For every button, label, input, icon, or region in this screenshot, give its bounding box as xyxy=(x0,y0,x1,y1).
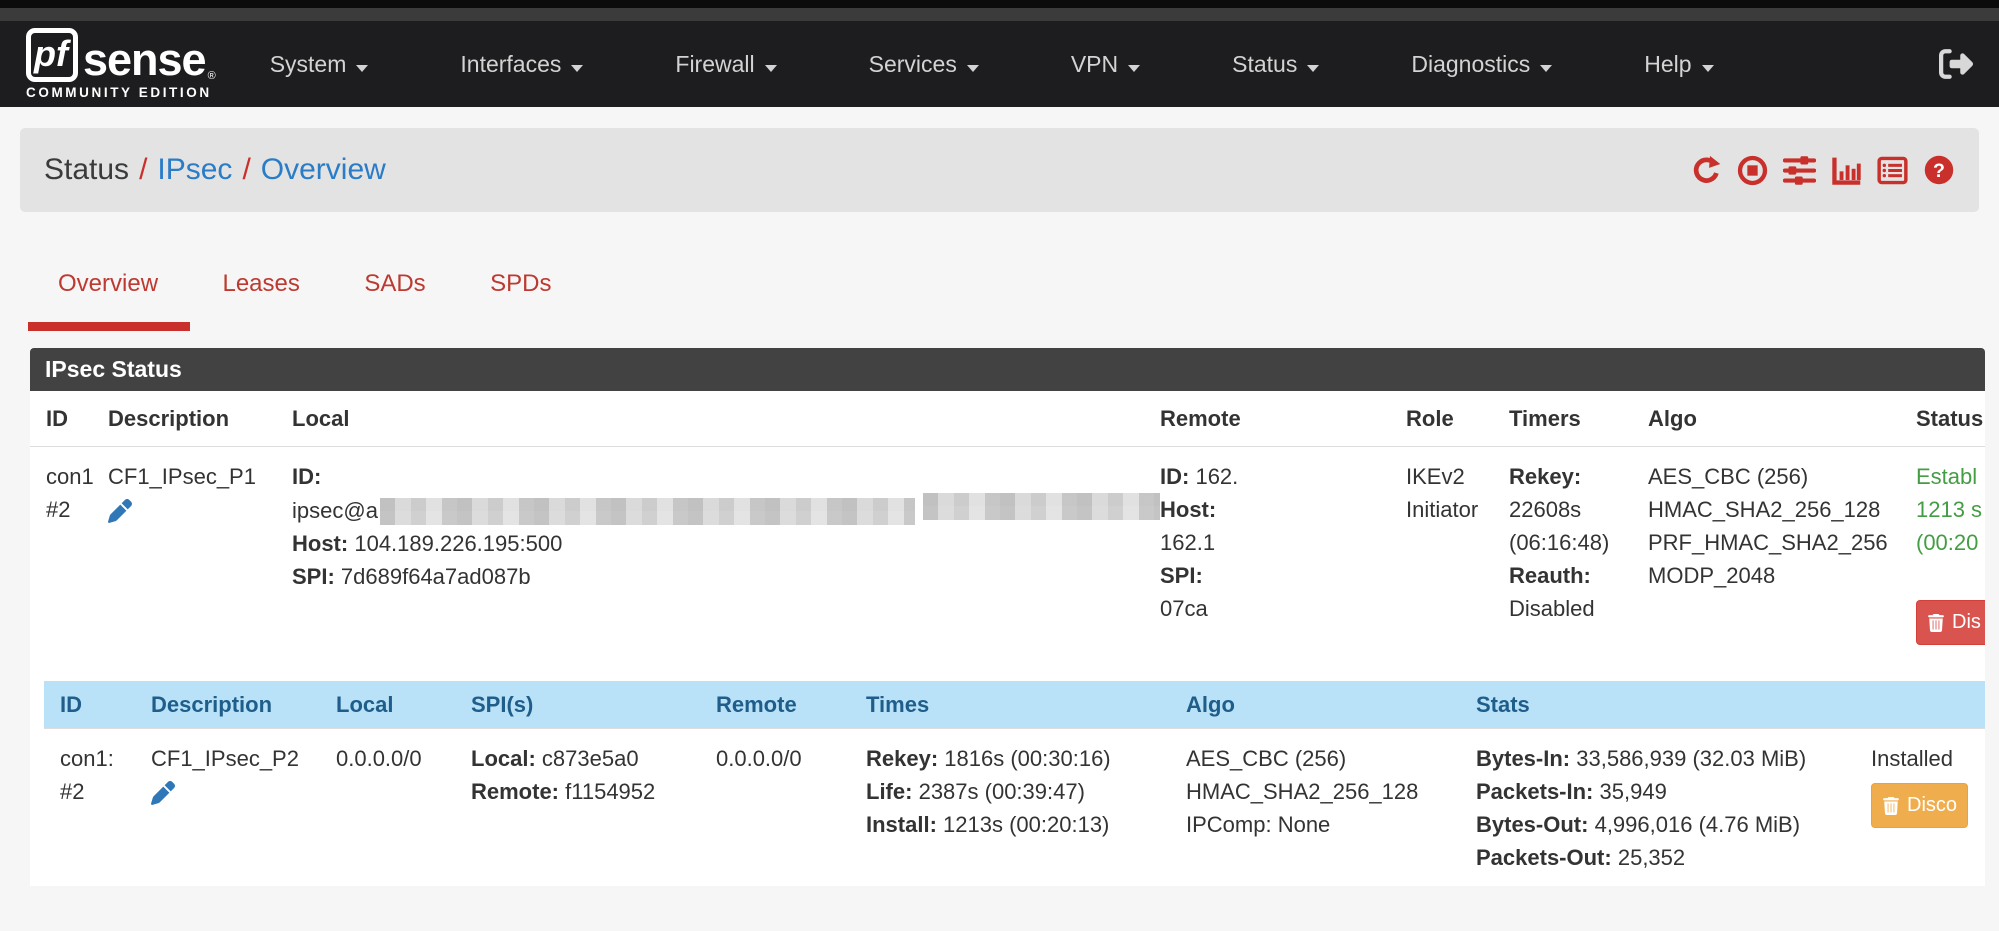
edit-pencil-icon[interactable] xyxy=(108,499,260,532)
logo-registered-mark: ® xyxy=(208,70,216,82)
tab-sads[interactable]: SADs xyxy=(334,270,455,298)
child-sa-table: ID Description Local SPI(s) Remote Times… xyxy=(44,681,1985,886)
cell-actions: Installed Disco xyxy=(1855,729,1985,887)
status-installed: Installed xyxy=(1871,742,1969,775)
disconnect-button[interactable]: Dis xyxy=(1916,600,1985,645)
refresh-icon[interactable] xyxy=(1691,155,1722,186)
cell-description: CF1_IPsec_P1 xyxy=(92,447,276,682)
col-remote: Remote xyxy=(1144,391,1390,447)
col-actions xyxy=(1855,681,1985,729)
cell-description: CF1_IPsec_P2 xyxy=(135,729,320,887)
col-status: Status xyxy=(1900,391,1985,447)
col-timers: Timers xyxy=(1493,391,1632,447)
edit-pencil-icon[interactable] xyxy=(151,781,304,814)
navbar: pf sense ® COMMUNITY EDITION System Inte… xyxy=(0,21,1999,107)
sliders-icon[interactable] xyxy=(1783,154,1816,187)
cell-id: con1 #2 xyxy=(30,447,92,682)
cell-algo: AES_CBC (256) HMAC_SHA2_256_128 PRF_HMAC… xyxy=(1632,447,1900,682)
col-local: Local xyxy=(276,391,1144,447)
cell-status: Establ 1213 s (00:20 Dis xyxy=(1900,447,1985,682)
nav-item-services[interactable]: Services xyxy=(869,51,979,78)
nav-item-help[interactable]: Help xyxy=(1644,51,1713,78)
col-description: Description xyxy=(135,681,320,729)
tab-leases[interactable]: Leases xyxy=(192,270,329,298)
bar-chart-icon[interactable] xyxy=(1831,155,1862,186)
sign-out-icon[interactable] xyxy=(1939,47,1973,81)
help-icon[interactable]: ? xyxy=(1923,154,1955,186)
page-action-icons: ? xyxy=(1691,154,1955,187)
trash-icon xyxy=(1882,797,1900,815)
redacted-block xyxy=(923,493,1160,520)
col-stats: Stats xyxy=(1460,681,1855,729)
cell-times: Rekey: 1816s (00:30:16) Life: 2387s (00:… xyxy=(850,729,1170,887)
active-tab-underline xyxy=(28,322,190,331)
chevron-down-icon xyxy=(1307,65,1319,72)
nav-item-interfaces[interactable]: Interfaces xyxy=(460,51,583,78)
cell-remote: ID: 162. Host: 162.1 SPI: 07ca xyxy=(1144,447,1390,682)
cell-algo: AES_CBC (256) HMAC_SHA2_256_128 IPComp: … xyxy=(1170,729,1460,887)
breadcrumb-link-overview[interactable]: Overview xyxy=(261,153,386,187)
nav-item-vpn[interactable]: VPN xyxy=(1071,51,1140,78)
nav-item-system[interactable]: System xyxy=(270,51,369,78)
nav-item-status[interactable]: Status xyxy=(1232,51,1319,78)
nav-item-firewall[interactable]: Firewall xyxy=(675,51,776,78)
ike-header-row: ID Description Local Remote Role Timers … xyxy=(30,391,1985,447)
logo-edition-text: COMMUNITY EDITION xyxy=(26,85,216,100)
cell-local: ID: ipsec@a Host: 104.189.226.195:500 SP… xyxy=(276,447,1144,682)
chevron-down-icon xyxy=(1540,65,1552,72)
col-id: ID xyxy=(44,681,135,729)
logo-sense-text: sense xyxy=(83,37,206,82)
status-established: Establ xyxy=(1916,460,1985,493)
chevron-down-icon xyxy=(1702,65,1714,72)
svg-text:?: ? xyxy=(1933,160,1945,182)
chevron-down-icon xyxy=(967,65,979,72)
breadcrumb-separator: / xyxy=(242,153,250,187)
breadcrumb-separator: / xyxy=(139,153,147,187)
child-sa-section: ID Description Local SPI(s) Remote Times… xyxy=(30,681,1985,886)
top-strip xyxy=(0,0,1999,8)
col-role: Role xyxy=(1390,391,1493,447)
col-times: Times xyxy=(850,681,1170,729)
nav-item-diagnostics[interactable]: Diagnostics xyxy=(1411,51,1552,78)
nav-menu: System Interfaces Firewall Services VPN … xyxy=(270,51,1714,78)
logo-pf-box: pf xyxy=(26,28,78,82)
redacted-block xyxy=(380,498,915,525)
cell-local: 0.0.0.0/0 xyxy=(320,729,455,887)
col-algo: Algo xyxy=(1170,681,1460,729)
cell-timers: Rekey: 22608s (06:16:48) Reauth: Disable… xyxy=(1493,447,1632,682)
panel-title: IPsec Status xyxy=(30,348,1985,391)
cell-stats: Bytes-In: 33,586,939 (32.03 MiB) Packets… xyxy=(1460,729,1855,887)
trash-icon xyxy=(1927,614,1945,632)
breadcrumb-section: Status xyxy=(44,153,129,187)
pfsense-logo[interactable]: pf sense ® COMMUNITY EDITION xyxy=(26,28,216,100)
cell-role: IKEv2 Initiator xyxy=(1390,447,1493,682)
cell-id: con1: #2 xyxy=(44,729,135,887)
tab-bar: Overview Leases SADs SPDs xyxy=(28,270,1999,348)
ike-sa-table: ID Description Local Remote Role Timers … xyxy=(30,391,1985,886)
stop-icon[interactable] xyxy=(1737,155,1768,186)
chevron-down-icon xyxy=(356,65,368,72)
ipsec-status-panel: IPsec Status ID Description Local Remote… xyxy=(30,348,1985,886)
cell-spis: Local: c873e5a0 Remote: f1154952 xyxy=(455,729,700,887)
disconnect-button[interactable]: Disco xyxy=(1871,783,1968,828)
tab-overview[interactable]: Overview xyxy=(28,270,188,298)
col-description: Description xyxy=(92,391,276,447)
col-remote: Remote xyxy=(700,681,850,729)
ike-sa-row: con1 #2 CF1_IPsec_P1 ID: ipsec@a Host: 1… xyxy=(30,447,1985,682)
child-header-row: ID Description Local SPI(s) Remote Times… xyxy=(44,681,1985,729)
col-algo: Algo xyxy=(1632,391,1900,447)
chevron-down-icon xyxy=(1128,65,1140,72)
col-id: ID xyxy=(30,391,92,447)
chevron-down-icon xyxy=(571,65,583,72)
breadcrumb: Status / IPsec / Overview ? xyxy=(20,128,1979,212)
col-spis: SPI(s) xyxy=(455,681,700,729)
top-strip-2 xyxy=(0,8,1999,21)
tab-spds[interactable]: SPDs xyxy=(460,270,581,298)
list-icon[interactable] xyxy=(1877,155,1908,186)
breadcrumb-link-ipsec[interactable]: IPsec xyxy=(157,153,232,187)
child-sa-row: con1: #2 CF1_IPsec_P2 0.0.0.0/0 xyxy=(44,729,1985,887)
chevron-down-icon xyxy=(765,65,777,72)
col-local: Local xyxy=(320,681,455,729)
cell-remote: 0.0.0.0/0 xyxy=(700,729,850,887)
